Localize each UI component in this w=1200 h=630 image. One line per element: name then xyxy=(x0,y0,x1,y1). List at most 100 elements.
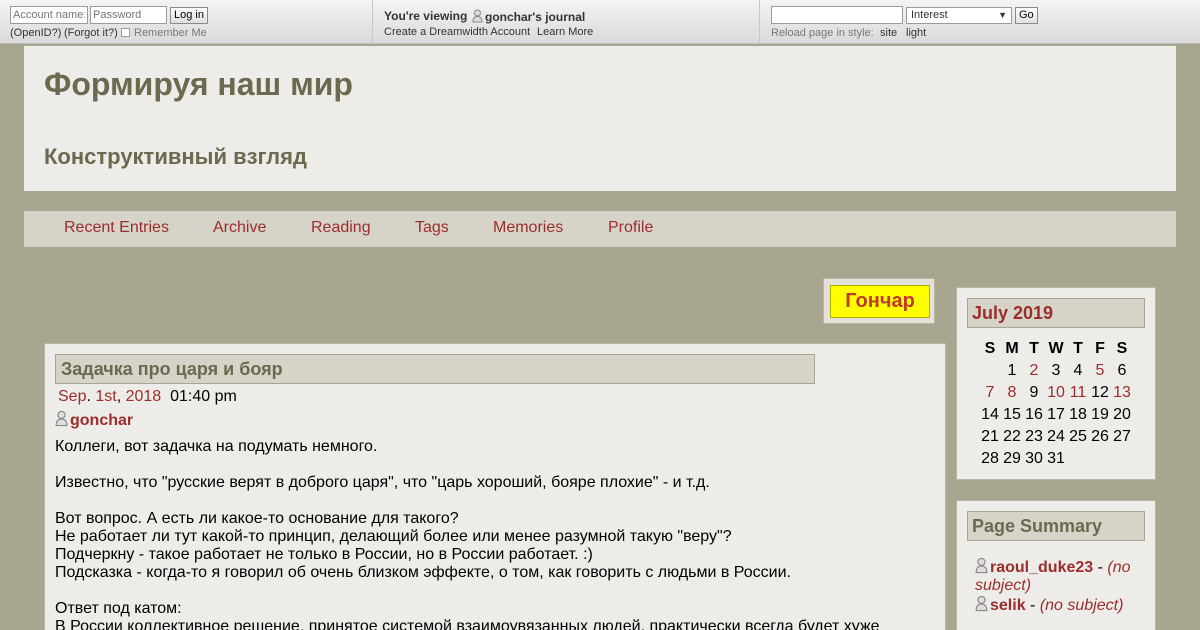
calendar-day-cell: 16 xyxy=(1025,406,1043,423)
remember-me-checkbox[interactable] xyxy=(121,28,130,37)
create-account-link[interactable]: Create a Dreamwidth Account xyxy=(384,26,530,38)
entry-paragraph: В России коллективное решение, принятое … xyxy=(55,618,880,630)
calendar-day-link[interactable]: 10 xyxy=(1047,384,1065,401)
journal-banner[interactable]: Гончар xyxy=(823,278,935,324)
calendar-day-link[interactable]: 11 xyxy=(1070,384,1087,401)
go-button[interactable]: Go xyxy=(1015,7,1038,24)
calendar-day-cell: 25 xyxy=(1069,428,1087,445)
account-name-input[interactable] xyxy=(10,6,88,24)
calendar-day-cell xyxy=(1067,448,1089,470)
viewing-user[interactable]: gonchar's journal xyxy=(472,9,585,24)
calendar-day-cell xyxy=(1111,448,1133,470)
nav-profile[interactable]: Profile xyxy=(608,219,653,237)
nav-archive[interactable]: Archive xyxy=(213,219,266,237)
calendar-day-link[interactable]: 2 xyxy=(1030,362,1039,379)
search-input[interactable] xyxy=(771,6,903,24)
calendar-day-cell: 27 xyxy=(1113,428,1131,445)
calendar-weekday: T xyxy=(1029,340,1039,357)
nav-memories[interactable]: Memories xyxy=(493,219,563,237)
calendar-table: S M T W T F S 1 2 3 4 5 6 7 8 9 10 11 12 13 14 15 16 17 18 19 20 21… xyxy=(979,338,1133,470)
nav-recent-entries[interactable]: Recent Entries xyxy=(64,219,169,237)
calendar-week-row: 28 29 30 31 xyxy=(979,448,1133,470)
calendar-day-cell: 22 xyxy=(1003,428,1021,445)
calendar-day-cell: 29 xyxy=(1003,450,1021,467)
page-summary-box: Page Summary raoul_duke23 - (no subject)… xyxy=(956,500,1156,630)
style-light-link[interactable]: light xyxy=(906,27,926,39)
calendar-weekday: T xyxy=(1073,340,1083,357)
entry-date-month[interactable]: Sep xyxy=(58,388,86,405)
calendar-day-cell: 3 xyxy=(1051,362,1061,379)
login-button[interactable]: Log in xyxy=(170,7,208,24)
calendar-day-cell: 24 xyxy=(1047,428,1065,445)
entry-paragraph: Известно, что "русские верят в доброго ц… xyxy=(55,474,710,491)
calendar-day-cell: 31 xyxy=(1047,450,1065,467)
entry-date: Sep. 1st, 2018 01:40 pm xyxy=(58,388,237,405)
calendar-box: July 2019 S M T W T F S 1 2 3 4 5 6 7 8 9 10 11 12 13 14 15 16… xyxy=(956,287,1156,480)
entry-paragraph: Подчеркну - такое работает не только в Р… xyxy=(55,546,593,563)
calendar-day-link[interactable]: 7 xyxy=(986,384,995,401)
entry-date-day[interactable]: 1st xyxy=(95,388,116,405)
calendar-week-row: 14 15 16 17 18 19 20 xyxy=(979,404,1133,426)
search-type-select[interactable]: Interest ▼ xyxy=(906,7,1012,24)
calendar-day-cell: 28 xyxy=(981,450,999,467)
summary-user-link[interactable]: raoul_duke23 xyxy=(990,559,1093,576)
login-section: Log in (OpenID?) (Forgot it?) Remember M… xyxy=(0,0,373,44)
calendar-day-link[interactable]: 5 xyxy=(1096,362,1105,379)
journal-header: Формируя наш мир Конструктивный взгляд xyxy=(24,46,1176,191)
calendar-day-cell: 19 xyxy=(1091,406,1109,423)
user-icon xyxy=(55,410,68,427)
calendar-week-row: 21 22 23 24 25 26 27 xyxy=(979,426,1133,448)
entry-paragraph: Не работает ли тут какой-то принцип, дел… xyxy=(55,528,732,545)
summary-subject-link[interactable]: (no subject) xyxy=(1040,597,1124,614)
search-type-value: Interest xyxy=(911,9,948,21)
entry-title[interactable]: Задачка про царя и бояр xyxy=(55,354,815,384)
journal-nav: Recent Entries Archive Reading Tags Memo… xyxy=(24,211,1176,247)
page-summary-item: raoul_duke23 - (no subject) xyxy=(975,557,1145,595)
calendar-day-cell: 6 xyxy=(1117,362,1127,379)
user-icon xyxy=(975,557,988,574)
calendar-day-cell: 21 xyxy=(981,428,999,445)
calendar-day-cell: 5 xyxy=(1089,360,1111,382)
page-summary-title: Page Summary xyxy=(967,511,1145,541)
viewing-prefix: You're viewing xyxy=(384,9,468,23)
calendar-day-link[interactable]: 8 xyxy=(1008,384,1017,401)
entry-time: 01:40 pm xyxy=(170,388,237,405)
calendar-day-cell: 17 xyxy=(1047,406,1065,423)
viewing-section: You're viewing gonchar's journal Create … xyxy=(374,0,760,44)
summary-separator: - xyxy=(1025,597,1040,614)
summary-user-link[interactable]: selik xyxy=(990,597,1026,614)
calendar-day-link[interactable]: 13 xyxy=(1113,384,1131,401)
calendar-day-cell: 10 xyxy=(1045,382,1067,404)
calendar-day-cell: 9 xyxy=(1029,384,1039,401)
nav-reading[interactable]: Reading xyxy=(311,219,371,237)
calendar-day-cell: 1 xyxy=(1007,362,1017,379)
entry-author-link[interactable]: gonchar xyxy=(70,412,133,429)
entry-paragraph: Ответ под катом: xyxy=(55,600,182,617)
nav-tags[interactable]: Tags xyxy=(415,219,449,237)
calendar-day-cell xyxy=(1089,448,1111,470)
journal-title: Формируя наш мир xyxy=(44,66,353,102)
calendar-day-cell: 11 xyxy=(1067,382,1089,404)
search-section: Interest ▼ Go Reload page in style: site… xyxy=(761,0,1200,44)
top-bar: Log in (OpenID?) (Forgot it?) Remember M… xyxy=(0,0,1200,44)
calendar-weekday: M xyxy=(1005,340,1019,357)
forgot-password-link[interactable]: (Forgot it?) xyxy=(64,27,118,39)
openid-link[interactable]: (OpenID?) xyxy=(10,27,61,39)
calendar-day-cell: 2 xyxy=(1023,360,1045,382)
viewing-user-name[interactable]: gonchar's journal xyxy=(485,10,585,24)
entry-date-year[interactable]: 2018 xyxy=(126,388,162,405)
calendar-day-cell xyxy=(979,360,1001,382)
style-site-link[interactable]: site xyxy=(880,27,897,39)
entry-paragraph: Коллеги, вот задачка на подумать немного… xyxy=(55,438,378,455)
calendar-week-row: 7 8 9 10 11 12 13 xyxy=(979,382,1133,404)
calendar-day-cell: 18 xyxy=(1069,406,1087,423)
page-summary-item: selik - (no subject) xyxy=(975,595,1145,615)
banner-text: Гончар xyxy=(830,285,930,318)
user-icon xyxy=(975,595,988,612)
password-input[interactable] xyxy=(90,6,167,24)
calendar-week-row: 123456 xyxy=(979,360,1133,382)
learn-more-link[interactable]: Learn More xyxy=(537,26,593,38)
entry-paragraph: Вот вопрос. А есть ли какое-то основание… xyxy=(55,510,459,527)
calendar-title[interactable]: July 2019 xyxy=(967,298,1145,328)
journal-entry: Задачка про царя и бояр Sep. 1st, 2018 0… xyxy=(44,343,946,630)
